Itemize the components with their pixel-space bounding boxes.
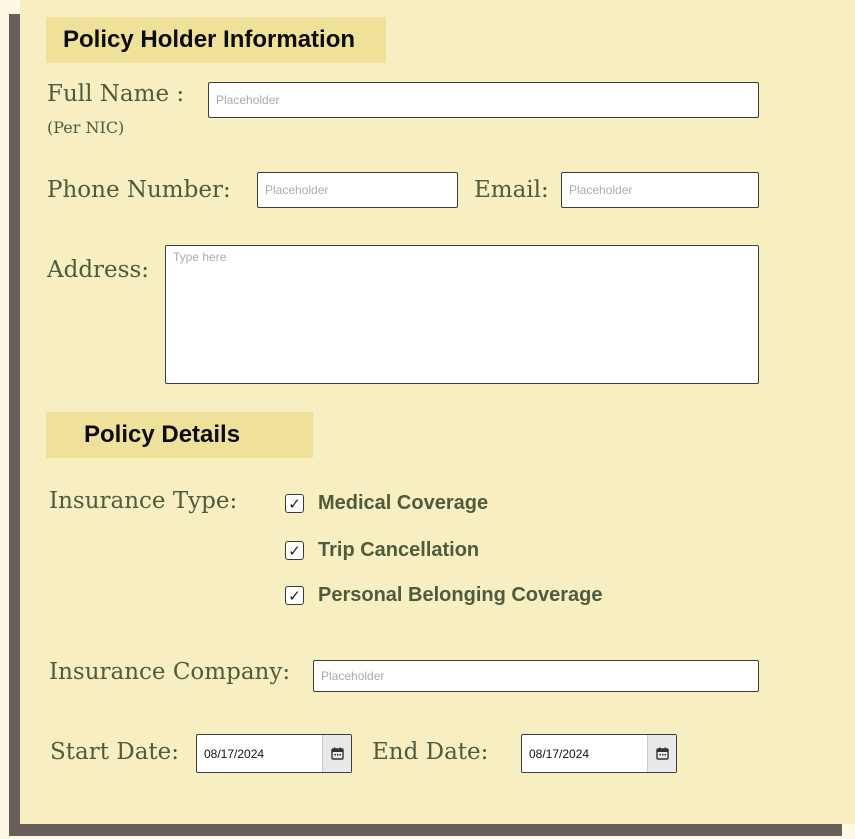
start-date-label: Start Date:: [50, 739, 180, 765]
calendar-icon[interactable]: [647, 735, 676, 772]
insurance-option-medical[interactable]: ✓ Medical Coverage: [285, 492, 488, 515]
address-textarea[interactable]: [165, 245, 759, 384]
insurance-option-trip[interactable]: ✓ Trip Cancellation: [285, 539, 479, 562]
section-header-policy-details: Policy Details: [46, 412, 313, 458]
insurance-company-label: Insurance Company:: [49, 659, 291, 685]
medical-coverage-label: Medical Coverage: [318, 492, 489, 514]
calendar-icon[interactable]: [322, 735, 351, 772]
insurance-option-belonging[interactable]: ✓ Personal Belonging Coverage: [285, 584, 603, 607]
end-date-input[interactable]: 08/17/2024: [521, 734, 677, 773]
full-name-sublabel: (Per NIC): [47, 118, 125, 137]
address-label: Address:: [47, 257, 150, 283]
email-input[interactable]: [561, 172, 759, 208]
email-label: Email:: [474, 177, 549, 203]
phone-label: Phone Number:: [47, 177, 231, 203]
trip-cancellation-label: Trip Cancellation: [318, 539, 480, 561]
medical-coverage-checkbox[interactable]: ✓: [285, 494, 304, 513]
section-header-policy-holder: Policy Holder Information: [46, 17, 386, 63]
full-name-label: Full Name :: [47, 81, 185, 107]
phone-input[interactable]: [257, 172, 458, 208]
full-name-input[interactable]: [208, 82, 759, 118]
personal-belonging-checkbox[interactable]: ✓: [285, 586, 304, 605]
end-date-label: End Date:: [372, 739, 489, 765]
trip-cancellation-checkbox[interactable]: ✓: [285, 541, 304, 560]
insurance-type-label: Insurance Type:: [49, 488, 238, 514]
end-date-value: 08/17/2024: [529, 746, 590, 761]
start-date-input[interactable]: 08/17/2024: [196, 734, 352, 773]
insurance-company-input[interactable]: [313, 660, 759, 692]
personal-belonging-label: Personal Belonging Coverage: [318, 584, 603, 606]
start-date-value: 08/17/2024: [204, 746, 265, 761]
